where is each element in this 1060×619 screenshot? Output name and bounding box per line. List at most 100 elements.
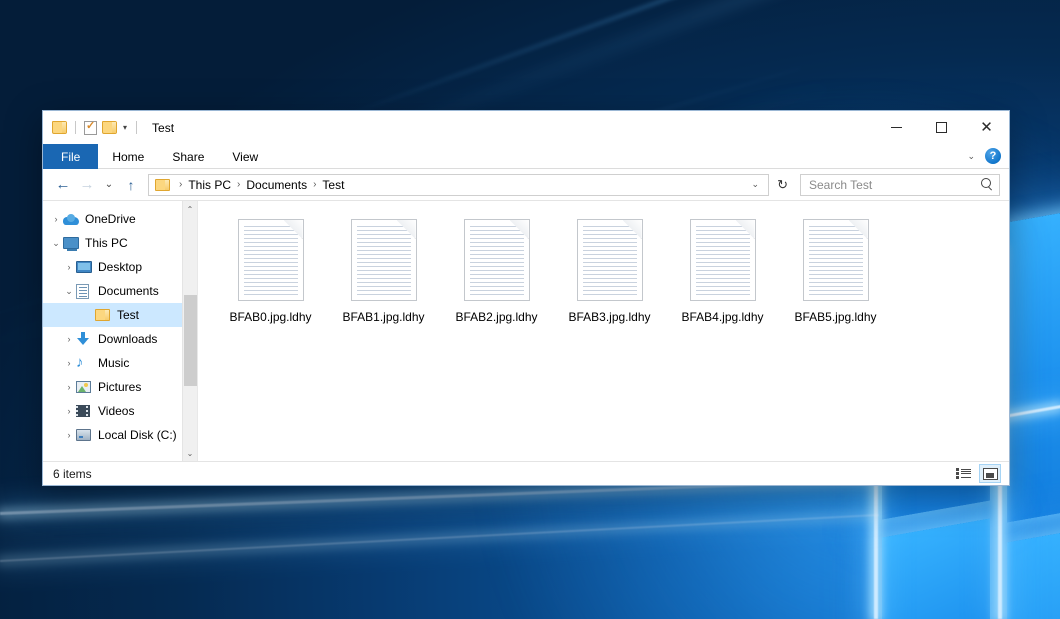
ribbon-tab-bar: File Home Share View ⌄ ? [43, 144, 1009, 169]
generic-document-icon [690, 219, 756, 301]
breadcrumb-chevron-down-icon[interactable]: ⌄ [747, 179, 765, 190]
downloads-icon [76, 332, 94, 346]
forward-button[interactable]: → [76, 174, 98, 196]
file-list-pane[interactable]: BFAB0.jpg.ldhy BFAB1.jpg.ldhy BFAB2.jpg.… [198, 201, 1009, 461]
pc-icon [63, 237, 81, 249]
tab-share[interactable]: Share [158, 144, 218, 169]
file-name: BFAB5.jpg.ldhy [791, 309, 879, 326]
scrollbar-thumb[interactable] [184, 295, 197, 386]
expander-icon[interactable]: › [62, 406, 76, 416]
desktop-icon [76, 261, 94, 273]
maximize-button[interactable] [919, 111, 964, 144]
breadcrumb-item-test[interactable]: Test [320, 178, 346, 192]
tab-home[interactable]: Home [98, 144, 158, 169]
refresh-button[interactable]: ↻ [771, 177, 794, 193]
sidebar-item-label: Local Disk (C:) [98, 428, 177, 442]
sidebar-item-label: Documents [98, 284, 159, 298]
close-icon: ✕ [980, 120, 993, 135]
sidebar-item-onedrive[interactable]: › OneDrive [43, 207, 197, 231]
scroll-up-arrow-icon[interactable]: ⌃ [183, 201, 198, 217]
sidebar-item-test[interactable]: Test [43, 303, 197, 327]
expander-icon[interactable]: ⌄ [62, 286, 76, 297]
back-button[interactable]: ← [52, 174, 74, 196]
sidebar-item-downloads[interactable]: › Downloads [43, 327, 197, 351]
sidebar-item-label: Pictures [98, 380, 141, 394]
explorer-body: › OneDrive ⌄ This PC › Desktop [43, 200, 1009, 461]
expand-ribbon-chevron-down-icon[interactable]: ⌄ [963, 151, 979, 162]
expander-icon[interactable]: › [49, 214, 63, 224]
item-count-label: 6 items [53, 467, 92, 481]
breadcrumb-item-documents[interactable]: Documents [244, 178, 309, 192]
sidebar-item-videos[interactable]: › Videos [43, 399, 197, 423]
music-icon: ♪ [76, 356, 94, 370]
list-item[interactable]: BFAB2.jpg.ldhy [440, 215, 553, 333]
navigation-pane: › OneDrive ⌄ This PC › Desktop [43, 201, 198, 461]
expander-icon[interactable]: › [62, 382, 76, 392]
generic-document-icon [351, 219, 417, 301]
details-view-icon [956, 468, 971, 480]
search-input[interactable]: Search Test [800, 174, 1000, 196]
sidebar-item-pictures[interactable]: › Pictures [43, 375, 197, 399]
folder-tree: › OneDrive ⌄ This PC › Desktop [43, 201, 197, 447]
expander-icon[interactable]: › [62, 262, 76, 272]
expander-icon[interactable]: › [62, 358, 76, 368]
title-bar: ▾ Test ✕ [43, 111, 1009, 144]
expander-icon[interactable]: › [62, 430, 76, 440]
breadcrumb[interactable]: › This PC › Documents › Test ⌄ [148, 174, 769, 196]
tab-file[interactable]: File [43, 144, 98, 169]
details-view-button[interactable] [952, 464, 974, 483]
scroll-down-arrow-icon[interactable]: ⌄ [183, 445, 198, 461]
breadcrumb-item-this-pc[interactable]: This PC [186, 178, 233, 192]
file-name: BFAB3.jpg.ldhy [565, 309, 653, 326]
maximize-icon [936, 122, 947, 133]
folder-icon [95, 309, 113, 321]
sidebar-item-music[interactable]: › ♪ Music [43, 351, 197, 375]
breadcrumb-separator: › [233, 179, 244, 190]
list-item[interactable]: BFAB1.jpg.ldhy [327, 215, 440, 333]
file-name: BFAB2.jpg.ldhy [452, 309, 540, 326]
sidebar-item-desktop[interactable]: › Desktop [43, 255, 197, 279]
sidebar-item-label: Test [117, 308, 139, 322]
documents-icon [76, 284, 94, 299]
large-icons-view-icon [983, 468, 998, 480]
list-item[interactable]: BFAB0.jpg.ldhy [214, 215, 327, 333]
search-placeholder: Search Test [809, 178, 981, 192]
tab-view[interactable]: View [218, 144, 272, 169]
sidebar-item-local-disk-c[interactable]: › Local Disk (C:) [43, 423, 197, 447]
list-item[interactable]: BFAB5.jpg.ldhy [779, 215, 892, 333]
file-explorer-window: ▾ Test ✕ File Home Share View ⌄ ? ← → [42, 110, 1010, 486]
breadcrumb-separator: › [309, 179, 320, 190]
up-button[interactable]: ↑ [120, 174, 142, 196]
ribbon-right-controls: ⌄ ? [963, 144, 1009, 168]
generic-document-icon [577, 219, 643, 301]
sidebar-item-this-pc[interactable]: ⌄ This PC [43, 231, 197, 255]
sidebar-item-documents[interactable]: ⌄ Documents [43, 279, 197, 303]
sidebar-item-label: Music [98, 356, 129, 370]
sidebar-item-label: This PC [85, 236, 128, 250]
help-button[interactable]: ? [985, 148, 1001, 164]
close-button[interactable]: ✕ [964, 111, 1009, 144]
sidebar-item-label: Desktop [98, 260, 142, 274]
quick-access-toolbar: ▾ Test [43, 111, 174, 144]
navigation-pane-scrollbar[interactable]: ⌃ ⌄ [182, 201, 197, 461]
windows-logo-pane [1007, 170, 1060, 523]
pictures-icon [76, 381, 94, 393]
properties-icon[interactable] [84, 121, 97, 135]
divider [75, 121, 76, 134]
address-bar: ← → ⌄ ↑ › This PC › Documents › Test ⌄ ↻… [43, 169, 1009, 200]
expander-icon[interactable]: › [62, 334, 76, 344]
scrollbar-track[interactable] [183, 217, 198, 445]
recent-locations-chevron-down-icon[interactable]: ⌄ [100, 174, 118, 196]
sidebar-item-label: Videos [98, 404, 134, 418]
generic-document-icon [238, 219, 304, 301]
large-icons-view-button[interactable] [979, 464, 1001, 483]
list-item[interactable]: BFAB3.jpg.ldhy [553, 215, 666, 333]
expander-icon[interactable]: ⌄ [49, 238, 63, 249]
folder-icon[interactable] [52, 121, 67, 134]
file-name: BFAB4.jpg.ldhy [678, 309, 766, 326]
window-title: Test [152, 121, 174, 135]
list-item[interactable]: BFAB4.jpg.ldhy [666, 215, 779, 333]
minimize-button[interactable] [874, 111, 919, 144]
new-folder-icon[interactable] [102, 121, 117, 134]
customize-toolbar-caret-icon[interactable]: ▾ [122, 124, 128, 132]
